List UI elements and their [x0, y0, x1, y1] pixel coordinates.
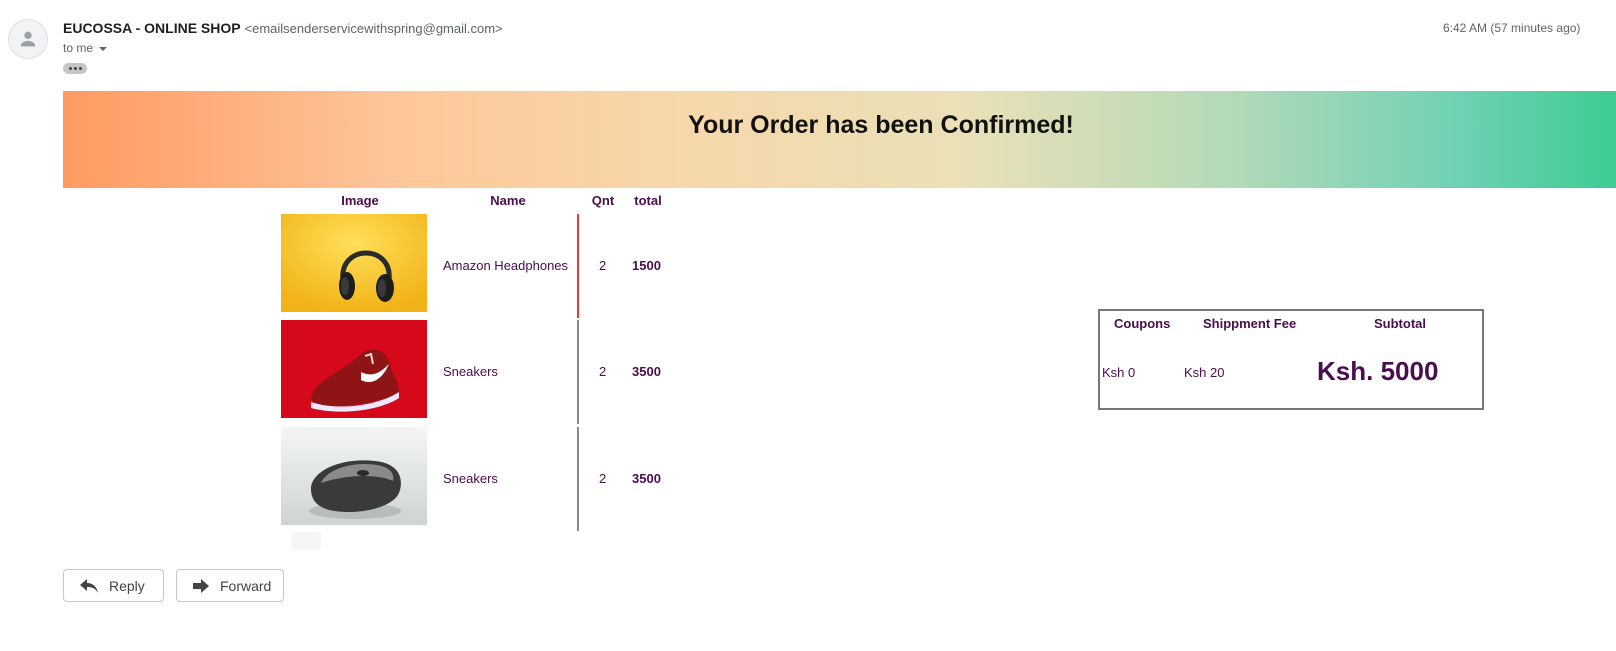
forward-button[interactable]: Forward	[176, 569, 284, 602]
row-divider	[577, 214, 579, 318]
item-name: Sneakers	[443, 471, 498, 486]
row-divider	[577, 320, 579, 424]
show-trimmed-content-button[interactable]	[63, 63, 87, 74]
recipient-details[interactable]: to me	[63, 41, 108, 55]
reply-label: Reply	[109, 577, 145, 594]
order-summary: Coupons Shippment Fee Subtotal Ksh 0 Ksh…	[1098, 309, 1484, 410]
to-label: to me	[63, 41, 94, 55]
shipment-value: Ksh 20	[1184, 365, 1225, 380]
sender-name[interactable]: EUCOSSA - ONLINE SHOP	[63, 20, 241, 36]
dot-icon	[78, 67, 82, 70]
reply-button[interactable]: Reply	[63, 569, 164, 602]
header-total: total	[634, 193, 662, 208]
summary-header-coupons: Coupons	[1114, 316, 1171, 331]
headphones-image	[281, 214, 427, 312]
sender-avatar[interactable]	[8, 19, 48, 59]
forward-label: Forward	[220, 577, 272, 594]
item-qnt: 2	[599, 258, 607, 273]
subtotal-value: Ksh. 5000	[1317, 356, 1439, 386]
item-name: Sneakers	[443, 364, 498, 379]
sneaker-image	[281, 320, 427, 418]
confirmation-banner: Your Order has been Confirmed!	[63, 91, 1616, 188]
dot-icon	[73, 67, 77, 70]
person-icon	[20, 31, 36, 47]
row-divider	[577, 427, 579, 531]
reply-icon	[80, 578, 98, 593]
summary-header-subtotal: Subtotal	[1374, 316, 1426, 331]
item-total: 1500	[632, 258, 661, 273]
header-image: Image	[341, 193, 379, 208]
sender-email: <emailsenderservicewithspring@gmail.com>	[244, 21, 503, 36]
coupons-value: Ksh 0	[1102, 365, 1136, 380]
item-total: 3500	[632, 364, 661, 379]
header-qnt: Qnt	[591, 193, 615, 208]
summary-header-shipment: Shippment Fee	[1203, 316, 1297, 331]
dot-icon	[68, 67, 72, 70]
item-name: Amazon Headphones	[443, 258, 569, 273]
item-qnt: 2	[599, 471, 607, 486]
forward-icon	[193, 578, 209, 593]
faded-image-placeholder	[291, 532, 321, 550]
chevron-down-icon[interactable]	[99, 47, 108, 51]
banner-title: Your Order has been Confirmed!	[688, 111, 1074, 139]
item-qnt: 2	[599, 364, 607, 379]
sender-line: EUCOSSA - ONLINE SHOP <emailsenderservic…	[63, 20, 503, 36]
email-timestamp: 6:42 AM (57 minutes ago)	[1443, 21, 1581, 35]
header-name: Name	[490, 193, 526, 208]
item-total: 3500	[632, 471, 661, 486]
mouse-image	[281, 427, 427, 525]
